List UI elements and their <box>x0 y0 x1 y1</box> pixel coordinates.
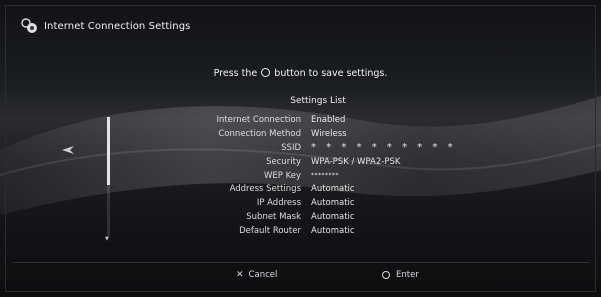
setting-row-default-router: Default Router Automatic <box>180 224 480 238</box>
cross-icon: ✕ <box>236 270 244 280</box>
setting-label: Internet Connection <box>216 114 301 125</box>
setting-label: Connection Method <box>218 128 301 139</box>
scrollbar-thumb[interactable] <box>107 117 110 185</box>
setting-value: Automatic <box>311 226 355 237</box>
setting-value: Automatic <box>311 212 355 223</box>
footer-divider <box>12 262 589 263</box>
setting-row-wep-key: WEP Key ******** <box>180 169 480 183</box>
setting-label: Address Settings <box>229 184 301 195</box>
save-instruction-before: Press the <box>213 68 258 79</box>
settings-list: Internet Connection Enabled Connection M… <box>180 113 480 238</box>
enter-label: Enter <box>396 270 419 280</box>
setting-row-security: Security WPA-PSK / WPA2-PSK <box>180 155 480 169</box>
title-bar: Internet Connection Settings <box>20 15 190 37</box>
setting-label: IP Address <box>256 198 301 209</box>
setting-value: ******** <box>311 172 339 179</box>
setting-value: WPA-PSK / WPA2-PSK <box>311 156 401 167</box>
cancel-button[interactable]: ✕ Cancel <box>236 270 277 280</box>
setting-row-connection-method: Connection Method Wireless <box>180 127 480 141</box>
setting-label: WEP Key <box>263 170 301 181</box>
cancel-label: Cancel <box>248 270 278 280</box>
setting-row-address-settings: Address Settings Automatic <box>180 182 480 196</box>
settings-screen: Internet Connection Settings Press the b… <box>0 0 601 297</box>
save-instruction: Press the button to save settings. <box>0 68 601 79</box>
enter-button[interactable]: Enter <box>382 270 419 280</box>
scrollbar[interactable] <box>107 117 110 237</box>
setting-row-ip-address: IP Address Automatic <box>180 196 480 210</box>
setting-label: Security <box>266 156 301 167</box>
page-title: Internet Connection Settings <box>44 20 191 32</box>
setting-label: Subnet Mask <box>246 212 301 223</box>
setting-label: SSID <box>281 142 301 153</box>
setting-label: Default Router <box>239 226 301 237</box>
settings-list-title: Settings List <box>290 96 346 106</box>
setting-value: Automatic <box>311 198 355 209</box>
circle-icon <box>382 271 390 279</box>
setting-value: Wireless <box>311 128 347 139</box>
setting-row-ssid: SSID * * * * * * * * * * <box>180 141 480 155</box>
setting-row-internet-connection: Internet Connection Enabled <box>180 113 480 127</box>
setting-value: * * * * * * * * * * <box>311 142 457 154</box>
network-settings-icon <box>21 18 37 33</box>
setting-value: Enabled <box>311 114 346 125</box>
setting-value: Automatic <box>311 184 355 195</box>
scroll-down-arrow-icon: ▼ <box>105 236 109 242</box>
back-arrow-icon[interactable] <box>62 146 74 154</box>
setting-row-subnet-mask: Subnet Mask Automatic <box>180 210 480 224</box>
footer-bar: ✕ Cancel Enter <box>0 270 601 284</box>
circle-button-icon <box>261 68 271 77</box>
save-instruction-after: button to save settings. <box>274 68 388 79</box>
